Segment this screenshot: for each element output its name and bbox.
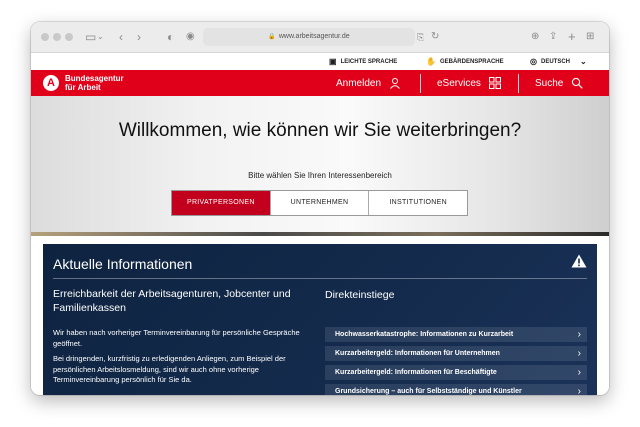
lock-icon: 🔒 xyxy=(268,34,276,40)
language-selector[interactable]: ◎ DEUTSCH ⌄ xyxy=(530,57,587,66)
browser-titlebar: ▭ ⌄ ‹ › ◐ ◉ 🔒 www.arbeitsagentur.de ⎘ ↻ ⊕… xyxy=(31,22,609,53)
gebaerdensprache-label: GEBÄRDENSPRACHE xyxy=(439,58,504,65)
globe-icon: ◎ xyxy=(530,57,537,66)
logo-line1: Bundesagentur xyxy=(65,74,124,83)
chevron-down-icon: ⌄ xyxy=(580,57,587,66)
direkt-link-label: Hochwasserkatastrophe: Informationen zu … xyxy=(335,331,514,338)
main-header: A Bundesagentur für Arbeit Anmelden eSer… xyxy=(31,70,609,97)
privacy-icon[interactable]: ◐ xyxy=(167,29,174,45)
minimize-window-button[interactable] xyxy=(53,33,61,41)
eservices-label: eServices xyxy=(437,77,481,89)
new-tab-icon[interactable]: + xyxy=(568,29,576,45)
direkt-link-label: Kurzarbeitergeld: Informationen für Unte… xyxy=(335,350,500,357)
utility-bar: ▣ LEICHTE SPRACHE ✋ GEBÄRDENSPRACHE ◎ DE… xyxy=(31,53,609,70)
download-icon[interactable]: ⊕ xyxy=(531,29,539,45)
leichte-sprache-link[interactable]: ▣ LEICHTE SPRACHE xyxy=(329,57,397,66)
forward-icon[interactable]: › xyxy=(137,29,141,45)
direkt-link-label: Grundsicherung – auch für Selbstständige… xyxy=(335,388,522,395)
chevron-right-icon: › xyxy=(577,386,581,395)
info-headline[interactable]: Erreichbarkeit der Arbeitsagenturen, Job… xyxy=(53,287,323,315)
back-icon[interactable]: ‹ xyxy=(119,29,123,45)
search-icon xyxy=(572,77,584,89)
direkt-link[interactable]: Kurzarbeitergeld: Informationen für Besc… xyxy=(325,365,587,380)
browser-window: ▭ ⌄ ‹ › ◐ ◉ 🔒 www.arbeitsagentur.de ⎘ ↻ ⊕… xyxy=(31,22,609,395)
search-label: Suche xyxy=(535,77,564,89)
chevron-right-icon: › xyxy=(577,367,581,378)
leichte-sprache-label: LEICHTE SPRACHE xyxy=(340,58,398,65)
warning-icon xyxy=(571,254,587,268)
zoom-window-button[interactable] xyxy=(65,33,73,41)
header-separator xyxy=(518,74,519,93)
direkt-link[interactable]: Kurzarbeitergeld: Informationen für Unte… xyxy=(325,346,587,361)
search-button[interactable]: Suche xyxy=(535,77,584,89)
chevron-down-icon[interactable]: ⌄ xyxy=(97,29,104,45)
tab-unternehmen[interactable]: UNTERNEHMEN xyxy=(271,191,370,215)
direkt-link[interactable]: Grundsicherung – auch für Selbstständige… xyxy=(325,384,587,395)
panel-divider xyxy=(53,278,587,279)
grid-icon xyxy=(488,77,501,89)
eservices-button[interactable]: eServices xyxy=(437,77,501,89)
translate-icon[interactable]: ⎘ xyxy=(417,29,424,45)
logo-line2: für Arbeit xyxy=(65,83,101,92)
shield-icon[interactable]: ◉ xyxy=(186,29,195,45)
ba-logo-icon[interactable]: A xyxy=(43,75,59,91)
sign-language-icon: ✋ xyxy=(426,57,436,66)
user-icon xyxy=(390,78,400,89)
tab-institutionen[interactable]: INSTITUTIONEN xyxy=(369,191,467,215)
tab-overview-icon[interactable]: ⊞ xyxy=(586,29,594,45)
direkteinstiege-title: Direkteinstiege xyxy=(325,289,395,301)
tab-privatpersonen[interactable]: PRIVATPERSONEN xyxy=(172,191,271,215)
hero-section: Willkommen, wie können wir Sie weiterbri… xyxy=(31,96,609,232)
info-title: Aktuelle Informationen xyxy=(53,256,193,272)
chevron-right-icon: › xyxy=(577,348,581,359)
easy-language-icon: ▣ xyxy=(329,57,337,66)
direkt-link[interactable]: Hochwasserkatastrophe: Informationen zu … xyxy=(325,327,587,342)
login-button[interactable]: Anmelden xyxy=(336,77,401,89)
url-text: www.arbeitsagentur.de xyxy=(278,33,350,40)
address-bar[interactable]: 🔒 www.arbeitsagentur.de xyxy=(203,28,415,46)
logo-text[interactable]: Bundesagentur für Arbeit xyxy=(65,74,124,92)
hero-title: Willkommen, wie können wir Sie weiterbri… xyxy=(118,120,522,141)
info-section: Aktuelle Informationen Erreichbarkeit de… xyxy=(31,236,609,395)
hero-subtitle: Bitte wählen Sie Ihren Interessenbereich xyxy=(248,171,392,180)
header-separator xyxy=(420,74,421,93)
chevron-right-icon: › xyxy=(577,329,581,340)
audience-tabs: PRIVATPERSONEN UNTERNEHMEN INSTITUTIONEN xyxy=(171,190,468,216)
gebaerdensprache-link[interactable]: ✋ GEBÄRDENSPRACHE xyxy=(426,57,504,66)
info-panel: Aktuelle Informationen Erreichbarkeit de… xyxy=(43,244,597,395)
language-label: DEUTSCH xyxy=(540,58,570,65)
login-label: Anmelden xyxy=(336,77,382,89)
info-paragraph-1: Wir haben nach vorheriger Terminvereinba… xyxy=(53,328,300,348)
direkteinstiege-list: Hochwasserkatastrophe: Informationen zu … xyxy=(325,327,587,395)
direkt-link-label: Kurzarbeitergeld: Informationen für Besc… xyxy=(335,369,497,376)
close-window-button[interactable] xyxy=(41,33,49,41)
sidebar-icon[interactable]: ▭ xyxy=(85,29,96,45)
info-paragraph-2: Bei dringenden, kurzfristig zu erledigen… xyxy=(53,354,286,384)
reload-icon[interactable]: ↻ xyxy=(431,29,439,45)
share-icon[interactable]: ⇪ xyxy=(549,29,557,45)
